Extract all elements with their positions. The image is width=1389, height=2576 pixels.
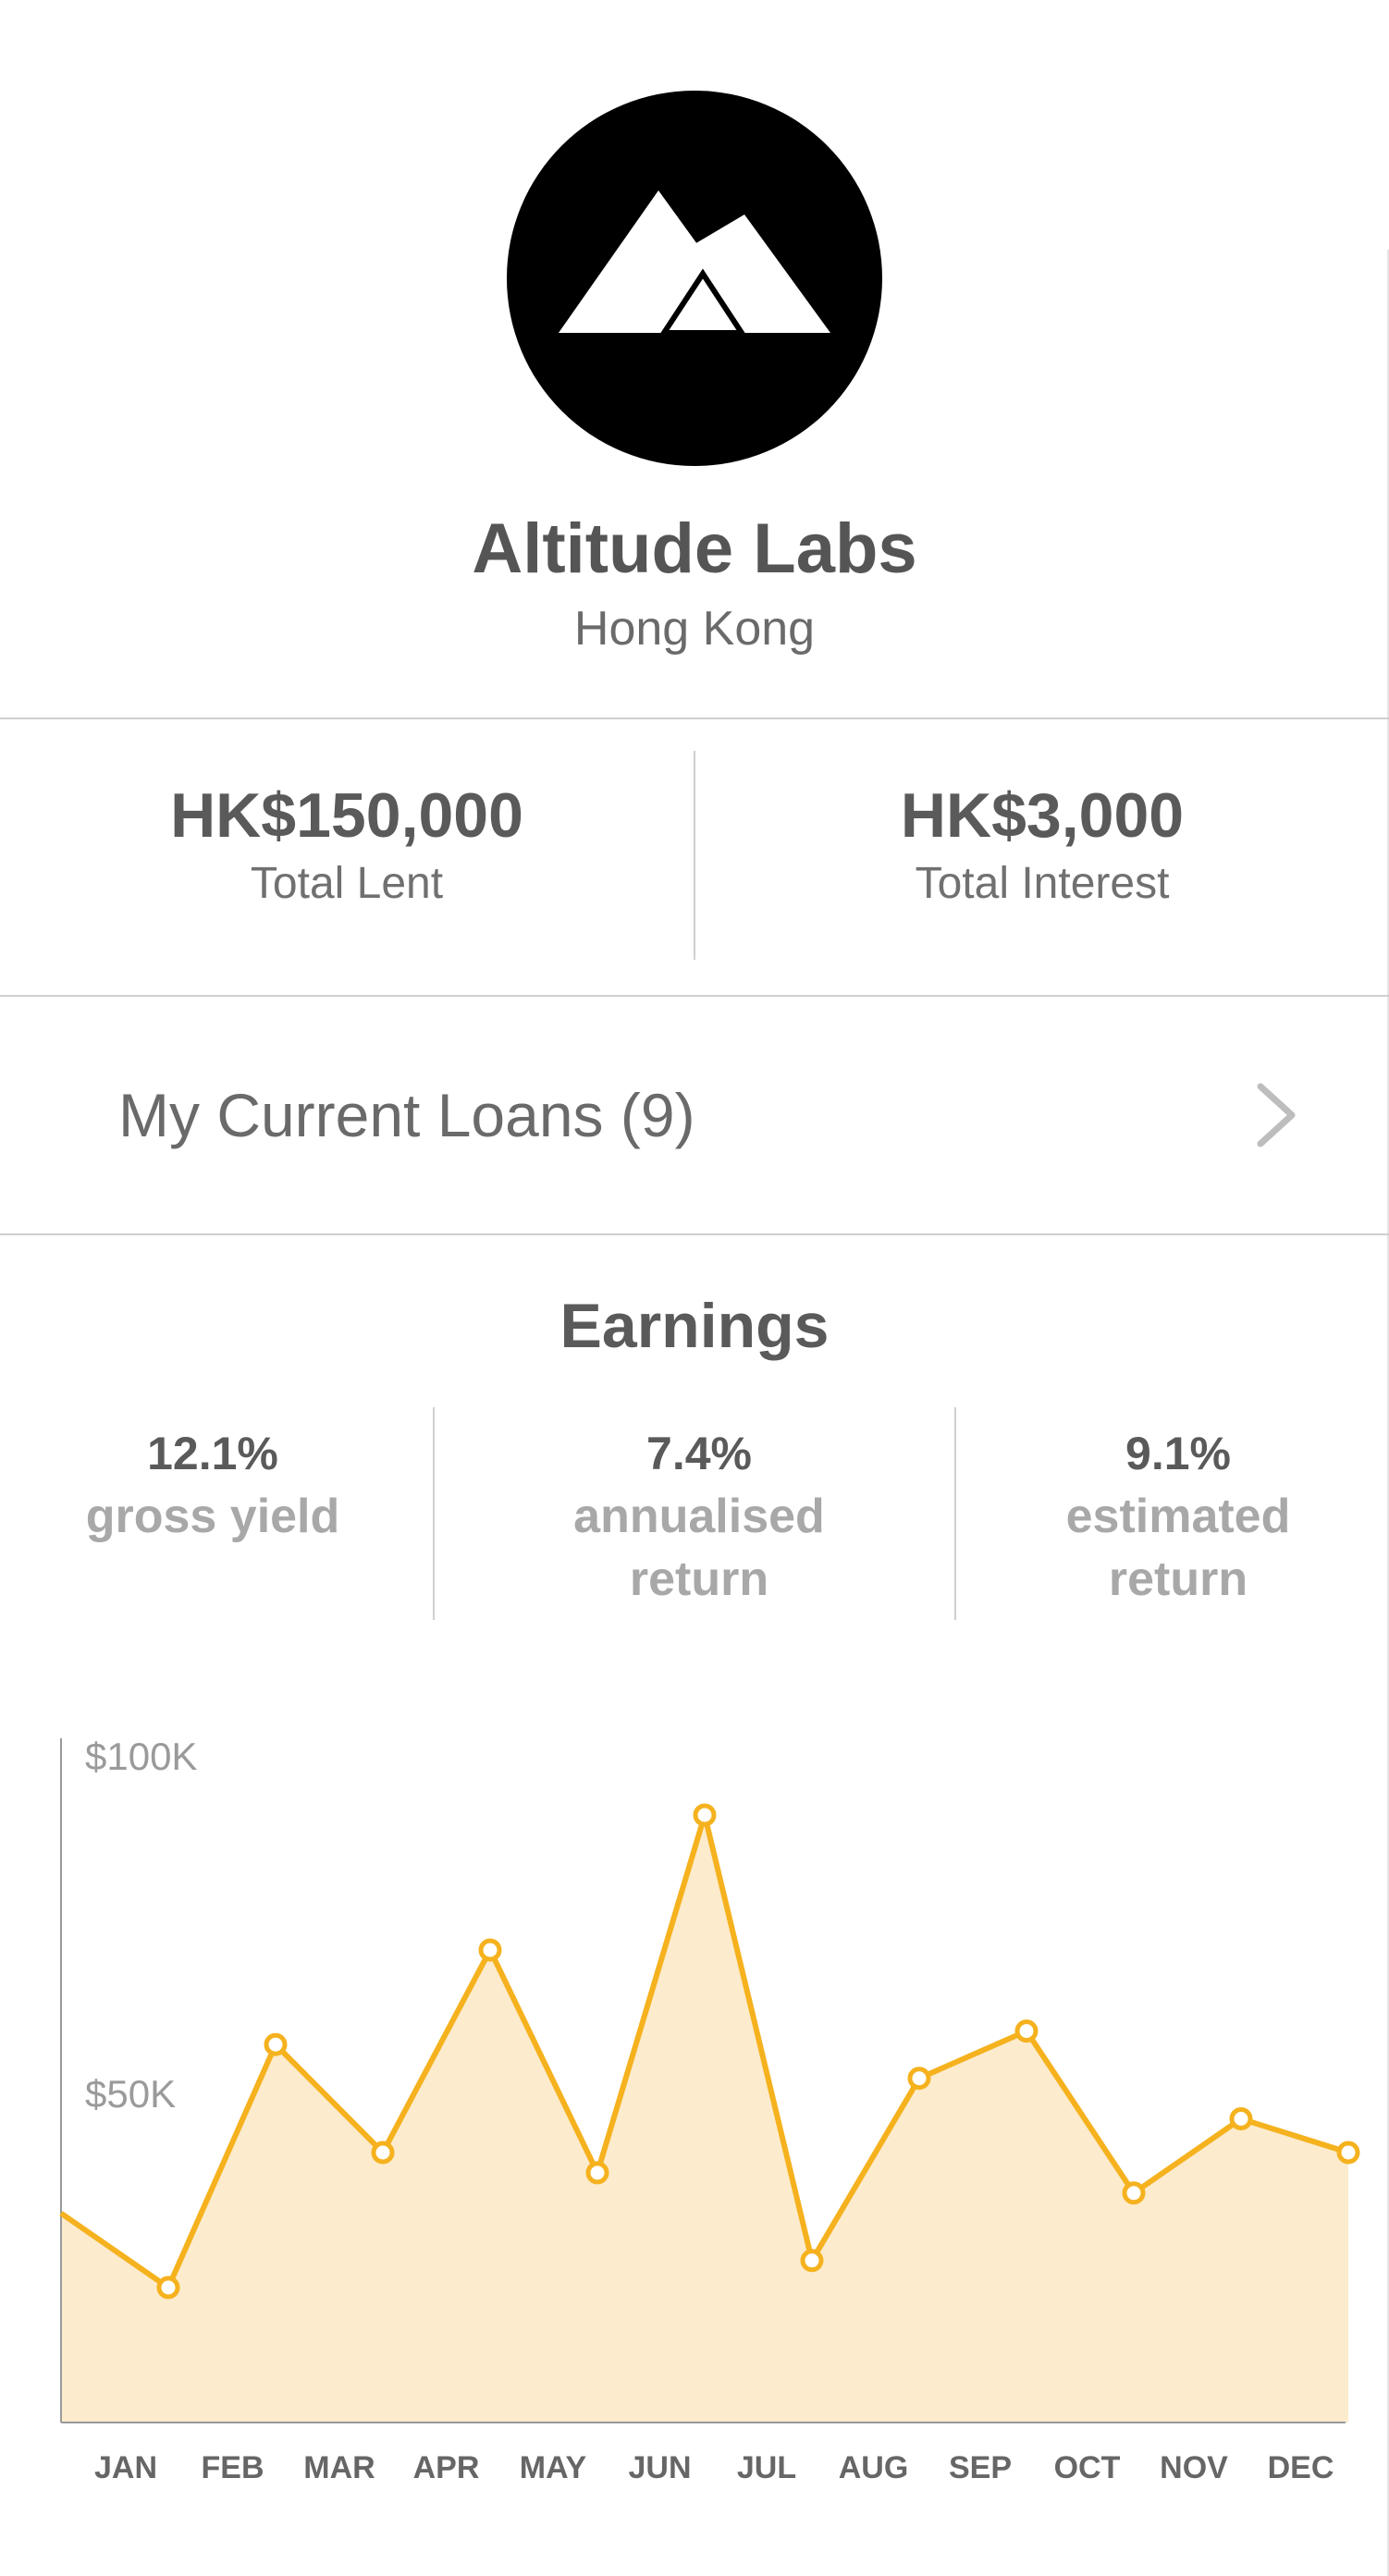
data-point-mar: [371, 2141, 395, 2165]
data-point-sep: [1014, 2019, 1039, 2043]
company-location: Hong Kong: [573, 602, 816, 656]
current-loans-label: My Current Loans (9): [118, 1081, 695, 1149]
x-tick-label-nov: NOV: [1160, 2450, 1228, 2485]
x-tick-label-may: MAY: [520, 2450, 587, 2485]
annualised-return-value: 7.4%: [646, 1428, 752, 1479]
metric-divider: [954, 1407, 956, 1620]
x-tick-label-feb: FEB: [202, 2450, 264, 2485]
gross-yield-value: 12.1%: [147, 1428, 278, 1479]
total-lent-label: Total Lent: [250, 859, 444, 908]
metric-divider: [433, 1407, 435, 1620]
gross-yield-label: gross yield: [85, 1490, 340, 1543]
earnings-area: [61, 1815, 1348, 2423]
x-tick-label-oct: OCT: [1054, 2450, 1121, 2485]
x-tick-label-sep: SEP: [949, 2450, 1012, 2485]
divider: [0, 718, 1389, 719]
data-point-jul: [800, 2249, 824, 2273]
data-point-jan: [156, 2275, 180, 2300]
divider: [0, 1233, 1389, 1235]
mountain-logo-icon: [507, 91, 882, 466]
chevron-right-icon: [1257, 1083, 1296, 1147]
data-point-feb: [264, 2032, 288, 2056]
x-tick-label-jan: JAN: [94, 2450, 157, 2485]
data-point-jun: [693, 1803, 717, 1827]
total-interest-value: HK$3,000: [900, 780, 1185, 851]
x-tick-label-mar: MAR: [303, 2450, 375, 2485]
y-tick-label: $100K: [85, 1735, 197, 1778]
earnings-title: Earnings: [559, 1291, 830, 1361]
x-tick-label-jun: JUN: [628, 2450, 691, 2485]
data-point-apr: [478, 1938, 502, 1962]
x-tick-label-dec: DEC: [1268, 2450, 1334, 2485]
total-interest-label: Total Interest: [915, 859, 1170, 908]
data-point-oct: [1122, 2181, 1146, 2205]
annualised-return-label: annualised return: [573, 1490, 825, 1606]
data-point-may: [585, 2161, 609, 2185]
estimated-return-label: estimated return: [1065, 1490, 1291, 1606]
current-loans-row[interactable]: My Current Loans (9): [0, 995, 1389, 1233]
annualised-return-metric: 7.4% annualised return: [505, 1422, 893, 1611]
estimated-return-metric: 9.1% estimated return: [984, 1422, 1372, 1611]
y-tick-label: $50K: [85, 2072, 176, 2116]
estimated-return-value: 9.1%: [1125, 1428, 1231, 1479]
earnings-chart: $100K $50K JAN FEB MAR APR MAY JUN JUL AUG SEP OCT N…: [59, 1735, 1360, 2485]
company-name: Altitude Labs: [472, 509, 917, 588]
data-point-dec: [1336, 2141, 1360, 2165]
x-tick-label-aug: AUG: [839, 2450, 909, 2485]
x-tick-label-jul: JUL: [737, 2450, 796, 2485]
data-point-aug: [907, 2067, 931, 2091]
total-lent-value: HK$150,000: [170, 780, 523, 851]
total-lent-stat: HK$150,000 Total Lent: [0, 777, 694, 912]
x-tick-label-apr: APR: [413, 2450, 480, 2485]
total-interest-stat: HK$3,000 Total Interest: [695, 777, 1389, 912]
company-logo: [507, 91, 882, 466]
gross-yield-metric: 12.1% gross yield: [18, 1422, 407, 1548]
data-point-nov: [1229, 2107, 1253, 2130]
